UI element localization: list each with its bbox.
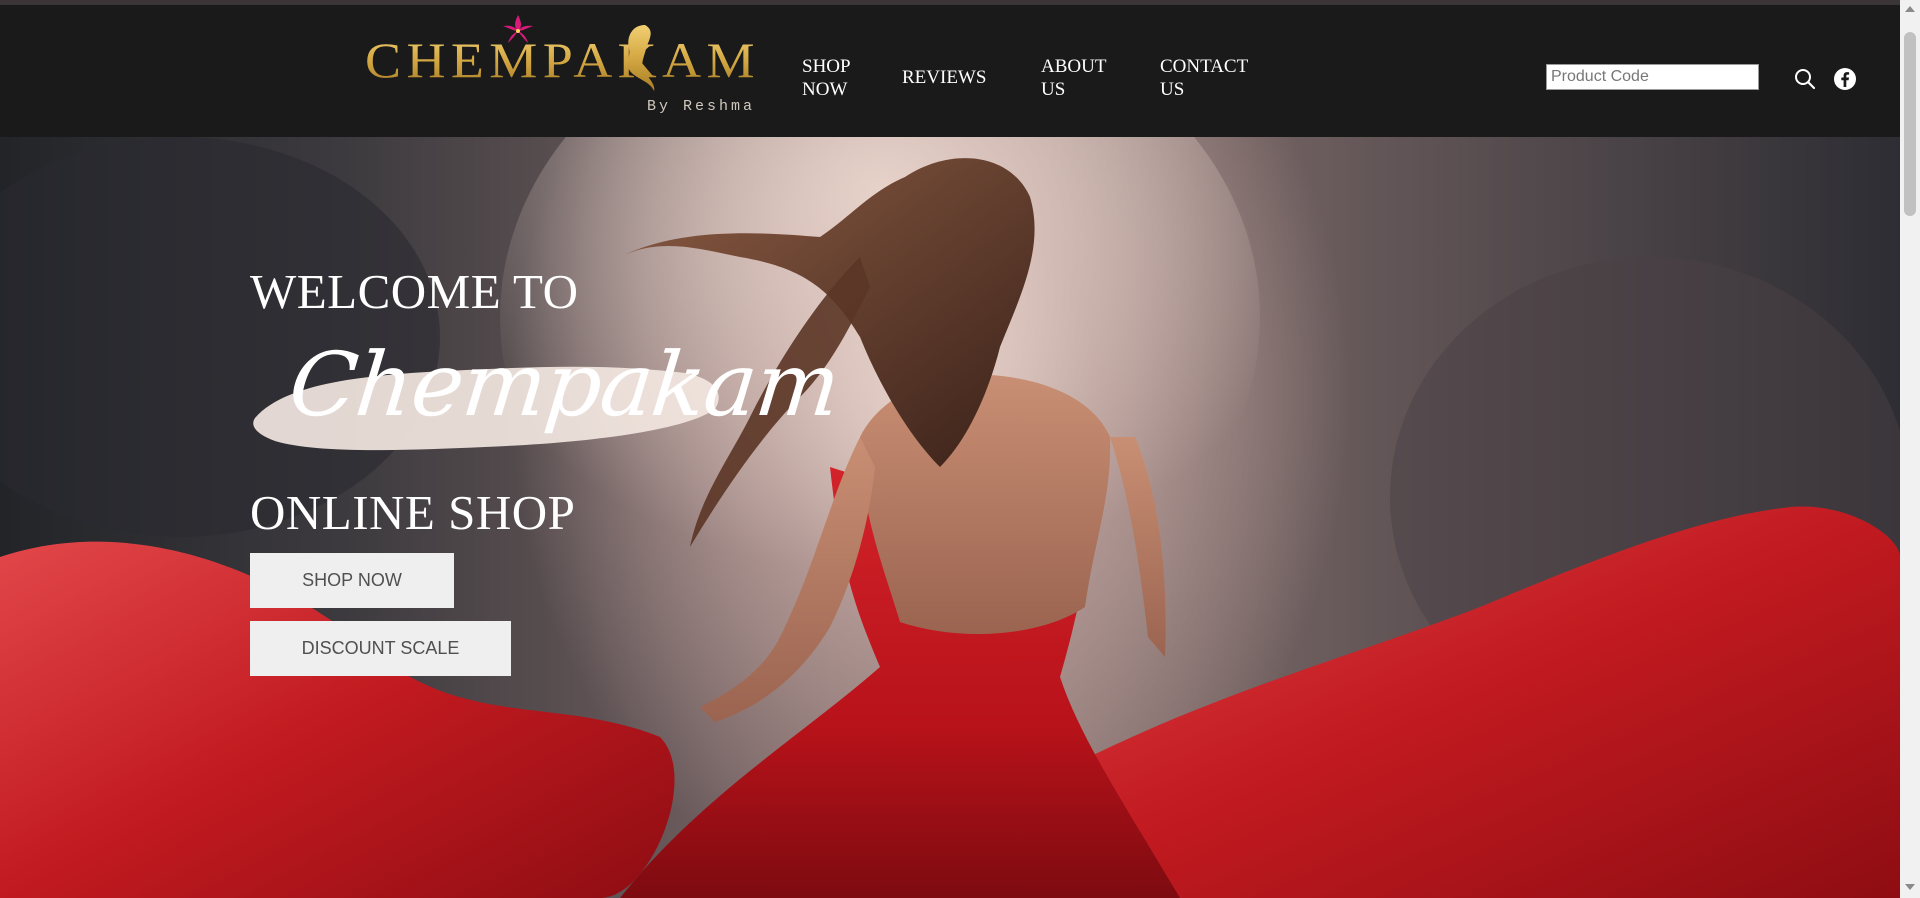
shop-now-button[interactable]: SHOP NOW [250, 553, 454, 608]
facebook-icon[interactable] [1833, 67, 1857, 91]
hero-welcome-heading: WELCOME TO [250, 264, 579, 319]
scroll-down-arrow-icon[interactable] [1905, 884, 1915, 890]
vertical-scrollbar[interactable] [1900, 0, 1920, 898]
scrollbar-thumb[interactable] [1904, 32, 1916, 216]
chempakam-logo[interactable]: CHEMPAKAM By Reshma [365, 9, 765, 119]
hero-banner: WELCOME TO Chempakam ONLINE SHOP SHOP NO… [0, 137, 1900, 898]
nav-contact-us[interactable]: CONTACT US [1160, 55, 1260, 101]
nav-shop-now[interactable]: SHOP NOW [802, 55, 872, 101]
nav-reviews[interactable]: REVIEWS [902, 66, 986, 89]
discount-scale-button[interactable]: DISCOUNT SCALE [250, 621, 511, 676]
product-code-input[interactable] [1546, 64, 1759, 90]
nav-about-us[interactable]: ABOUT US [1041, 55, 1121, 101]
browser-viewport: CHEMPAKAM By Reshma SHOP NOW REVIEWS ABO… [0, 0, 1900, 898]
scroll-up-arrow-icon[interactable] [1905, 6, 1915, 12]
search-icon[interactable] [1793, 67, 1817, 91]
hero-script-brand: Chempakam [284, 333, 845, 436]
logo-subtext: By Reshma [647, 98, 755, 115]
site-header: CHEMPAKAM By Reshma SHOP NOW REVIEWS ABO… [0, 5, 1900, 137]
logo-graphic: CHEMPAKAM By Reshma [365, 15, 760, 115]
logo-text: CHEMPAKAM [365, 32, 760, 88]
hero-online-shop-heading: ONLINE SHOP [250, 485, 576, 540]
